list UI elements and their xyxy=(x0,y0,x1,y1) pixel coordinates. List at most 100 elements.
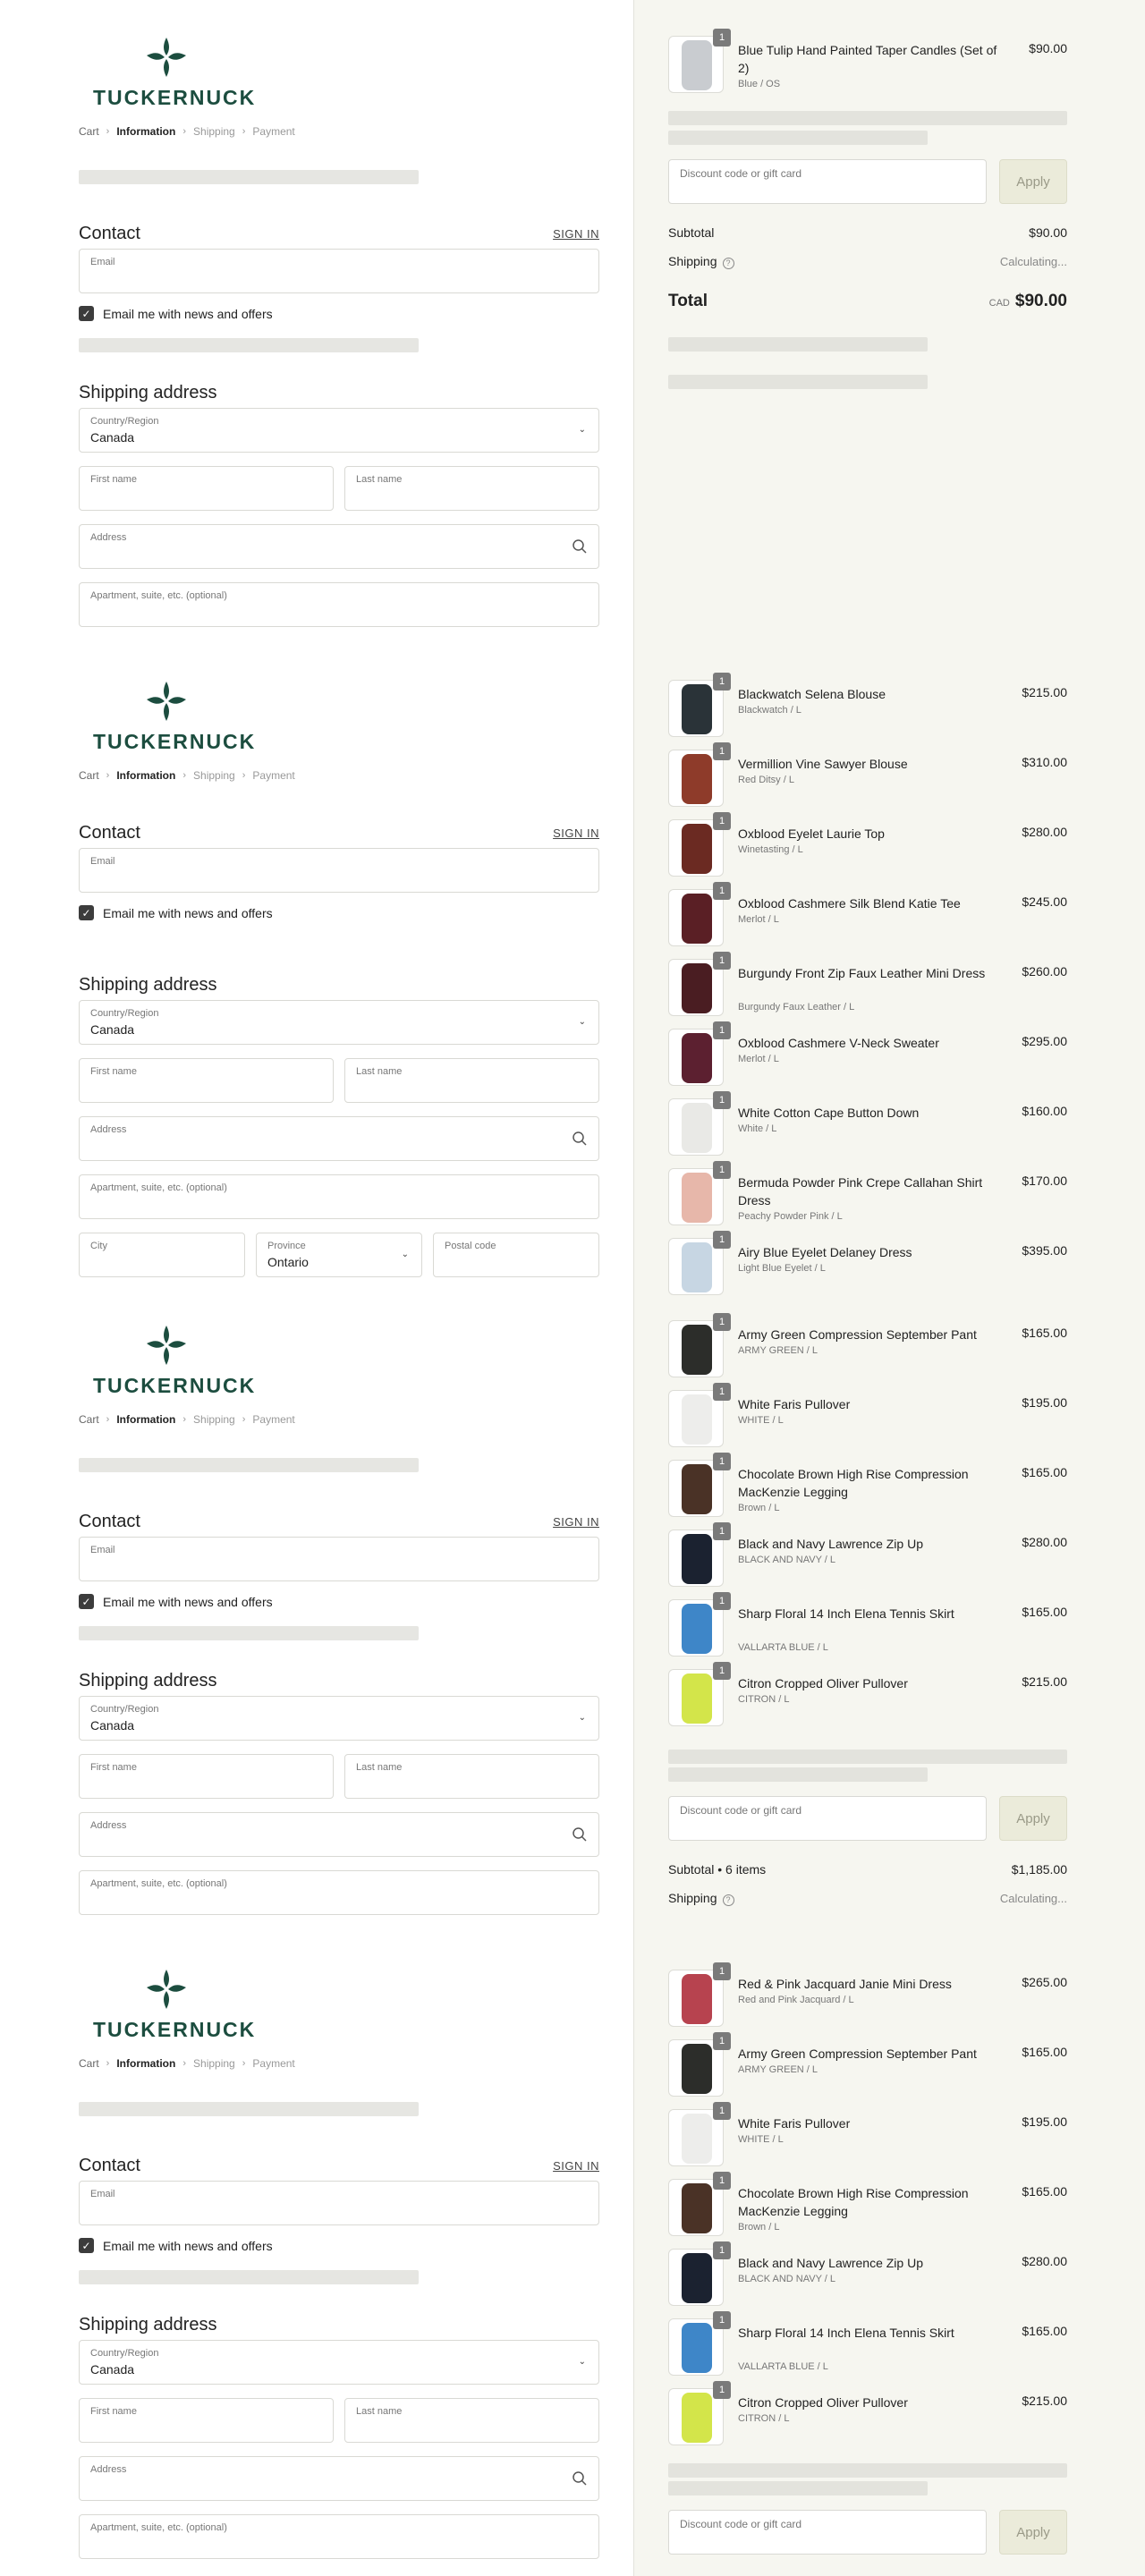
sign-in-link[interactable]: SIGN IN xyxy=(553,1515,599,1529)
news-offers-checkbox[interactable]: ✓ Email me with news and offers xyxy=(79,2238,273,2253)
line-item: 1 Citron Cropped Oliver Pullover CITRON / … xyxy=(668,1662,1067,1730)
address-field[interactable]: Address xyxy=(79,524,599,569)
postal-code-field[interactable]: Postal code xyxy=(433,1233,599,1277)
country-select[interactable]: Country/Region Canada ⌄ xyxy=(79,1000,599,1045)
product-image xyxy=(682,40,712,90)
apartment-field[interactable]: Apartment, suite, etc. (optional) xyxy=(79,1174,599,1219)
sign-in-link[interactable]: SIGN IN xyxy=(553,2159,599,2173)
product-image xyxy=(682,1325,712,1375)
apartment-field[interactable]: Apartment, suite, etc. (optional) xyxy=(79,582,599,627)
postal-code-field-label: Postal code xyxy=(445,1241,496,1251)
product-variant: White / L xyxy=(738,1123,777,1134)
product-price: $215.00 xyxy=(1022,1674,1067,1689)
loading-skeleton xyxy=(79,170,419,184)
crumb-shipping: Shipping xyxy=(193,769,235,782)
product-variant: Blue / OS xyxy=(738,79,781,89)
email-field-label: Email xyxy=(90,1545,115,1555)
email-field[interactable]: Email xyxy=(79,848,599,893)
product-price: $165.00 xyxy=(1022,1605,1067,1619)
news-offers-checkbox[interactable]: ✓ Email me with news and offers xyxy=(79,306,273,321)
email-field[interactable]: Email xyxy=(79,249,599,293)
brand-logo[interactable]: TUCKERNUCK xyxy=(93,680,254,753)
product-price: $280.00 xyxy=(1022,2254,1067,2268)
sign-in-link[interactable]: SIGN IN xyxy=(553,826,599,840)
line-item: 1 White Faris Pullover WHITE / L $195.00 xyxy=(668,2102,1067,2170)
subtotal-row-label: Subtotal xyxy=(668,225,715,240)
breadcrumb: Cart › Information › Shipping › Payment xyxy=(79,2057,295,2070)
brand-logo[interactable]: TUCKERNUCK xyxy=(93,1968,254,2041)
news-offers-checkbox[interactable]: ✓ Email me with news and offers xyxy=(79,905,273,920)
product-variant: ARMY GREEN / L xyxy=(738,2064,818,2075)
product-name: Army Green Compression September Pant xyxy=(738,1327,977,1342)
last-name-field[interactable]: Last name xyxy=(344,2398,599,2443)
crumb-cart[interactable]: Cart xyxy=(79,769,99,782)
country-select-value: Canada xyxy=(90,430,135,445)
crumb-shipping: Shipping xyxy=(193,125,235,138)
discount-code-field[interactable]: Discount code or gift card xyxy=(668,2510,987,2555)
info-icon[interactable]: ? xyxy=(722,1894,734,1906)
product-image xyxy=(682,1394,712,1445)
email-field[interactable]: Email xyxy=(79,1537,599,1581)
apply-discount-button[interactable]: Apply xyxy=(999,1796,1067,1841)
product-price: $90.00 xyxy=(1029,41,1067,55)
country-select[interactable]: Country/Region Canada ⌄ xyxy=(79,2340,599,2385)
product-name: Oxblood Cashmere Silk Blend Katie Tee xyxy=(738,896,961,911)
sign-in-link[interactable]: SIGN IN xyxy=(553,227,599,241)
product-price: $160.00 xyxy=(1022,1104,1067,1118)
apartment-field[interactable]: Apartment, suite, etc. (optional) xyxy=(79,2514,599,2559)
last-name-field[interactable]: Last name xyxy=(344,1058,599,1103)
chevron-right-icon: › xyxy=(242,126,246,137)
chevron-right-icon: › xyxy=(182,770,187,781)
loading-skeleton xyxy=(79,1458,419,1472)
country-select-label: Country/Region xyxy=(90,1008,159,1019)
quantity-badge: 1 xyxy=(713,812,731,830)
crumb-cart[interactable]: Cart xyxy=(79,125,99,138)
first-name-field[interactable]: First name xyxy=(79,2398,334,2443)
discount-code-field[interactable]: Discount code or gift card xyxy=(668,1796,987,1841)
address-field[interactable]: Address xyxy=(79,1812,599,1857)
country-select[interactable]: Country/Region Canada ⌄ xyxy=(79,408,599,453)
product-price: $165.00 xyxy=(1022,2324,1067,2338)
quantity-badge: 1 xyxy=(713,673,731,691)
quantity-badge: 1 xyxy=(713,1522,731,1540)
crumb-cart[interactable]: Cart xyxy=(79,1413,99,1426)
brand-wordmark: TUCKERNUCK xyxy=(93,86,257,109)
crumb-cart[interactable]: Cart xyxy=(79,2057,99,2070)
address-field[interactable]: Address xyxy=(79,1116,599,1161)
last-name-field[interactable]: Last name xyxy=(344,1754,599,1799)
line-item: 1 Vermillion Vine Sawyer Blouse Red Ditsy … xyxy=(668,742,1067,810)
line-item: 1 Blue Tulip Hand Painted Taper Candles (… xyxy=(668,29,1067,97)
contact-heading: Contact xyxy=(79,823,140,843)
subtotal-row-label-wrap: Subtotal xyxy=(668,225,714,240)
apply-discount-button[interactable]: Apply xyxy=(999,2510,1067,2555)
brand-logo[interactable]: TUCKERNUCK xyxy=(93,1324,254,1397)
address-field[interactable]: Address xyxy=(79,2456,599,2501)
chevron-right-icon: › xyxy=(106,770,110,781)
last-name-field[interactable]: Last name xyxy=(344,466,599,511)
news-offers-checkbox[interactable]: ✓ Email me with news and offers xyxy=(79,1594,273,1609)
apply-discount-button[interactable]: Apply xyxy=(999,159,1067,204)
last-name-field-label: Last name xyxy=(356,1762,403,1773)
shipping-address-heading: Shipping address xyxy=(79,2315,217,2334)
product-price: $165.00 xyxy=(1022,1326,1067,1340)
chevron-right-icon: › xyxy=(182,1414,187,1425)
city-field[interactable]: City xyxy=(79,1233,245,1277)
total-amount-wrap: CAD $90.00 xyxy=(989,292,1067,311)
first-name-field[interactable]: First name xyxy=(79,1058,334,1103)
discount-code-field[interactable]: Discount code or gift card xyxy=(668,159,987,204)
first-name-field[interactable]: First name xyxy=(79,1754,334,1799)
product-variant: BLACK AND NAVY / L xyxy=(738,2274,836,2284)
province-select[interactable]: Province Ontario ⌄ xyxy=(256,1233,422,1277)
line-item: 1 Blackwatch Selena Blouse Blackwatch / L $… xyxy=(668,673,1067,741)
product-name: Vermillion Vine Sawyer Blouse xyxy=(738,757,908,771)
country-select[interactable]: Country/Region Canada ⌄ xyxy=(79,1696,599,1741)
product-image xyxy=(682,754,712,804)
product-price: $280.00 xyxy=(1022,825,1067,839)
apartment-field[interactable]: Apartment, suite, etc. (optional) xyxy=(79,1870,599,1915)
first-name-field[interactable]: First name xyxy=(79,466,334,511)
product-image xyxy=(682,1103,712,1153)
brand-logo[interactable]: TUCKERNUCK xyxy=(93,36,254,109)
email-field[interactable]: Email xyxy=(79,2181,599,2225)
chevron-down-icon: ⌄ xyxy=(578,1713,586,1723)
info-icon[interactable]: ? xyxy=(722,257,734,269)
